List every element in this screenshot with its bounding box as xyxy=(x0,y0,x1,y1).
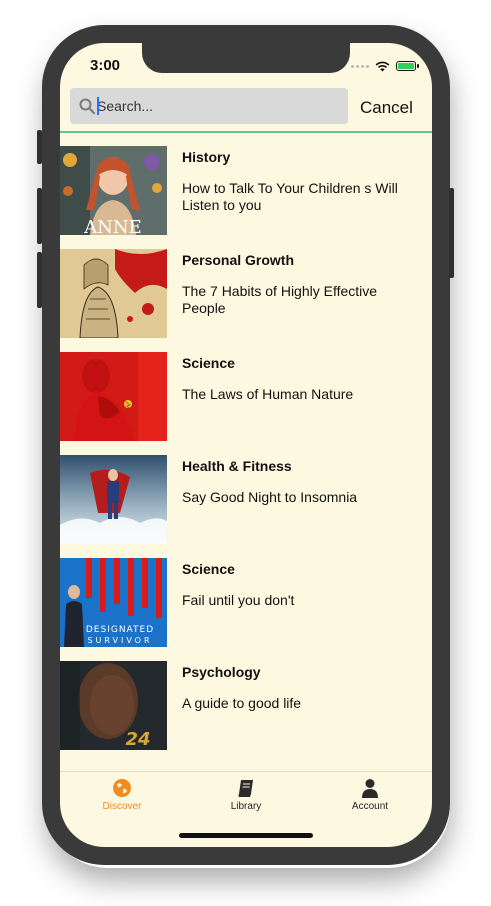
tab-label: Discover xyxy=(102,801,142,812)
cancel-button[interactable]: Cancel xyxy=(360,98,413,118)
list-item[interactable]: ANNE History How to Talk To Your Childre… xyxy=(60,146,432,249)
book-cover xyxy=(60,249,167,338)
book-category: Health & Fitness xyxy=(182,458,292,474)
book-cover: 24 xyxy=(60,661,167,750)
search-icon xyxy=(79,98,96,115)
cover-text: ANNE xyxy=(83,217,142,235)
globe-icon xyxy=(113,779,131,797)
person-icon xyxy=(362,779,378,798)
list-item[interactable]: 24 Psychology A guide to good life xyxy=(60,661,432,764)
cover-text: 24 xyxy=(125,729,150,750)
list-item[interactable]: Personal Growth The 7 Habits of Highly E… xyxy=(60,249,432,352)
wifi-icon xyxy=(375,61,390,71)
book-cover xyxy=(60,455,167,544)
book-title: The Laws of Human Nature xyxy=(182,386,354,402)
book-title: Fail until you don't xyxy=(182,592,295,608)
app-screen: 3:00 Cancel xyxy=(60,43,432,847)
list-item[interactable]: DESIGNATED SURVIVOR Science Fail until y… xyxy=(60,558,432,661)
search-bar[interactable] xyxy=(70,88,348,124)
book-title: How to Talk To Your Children s Will List… xyxy=(182,180,398,213)
text-caret xyxy=(97,97,99,115)
search-divider xyxy=(60,131,432,133)
signal-dots-icon xyxy=(351,64,369,68)
book-category: Personal Growth xyxy=(182,252,295,268)
cover-text: DESIGNATED xyxy=(86,625,154,635)
search-input[interactable] xyxy=(97,94,337,118)
book-category: Science xyxy=(182,561,235,577)
status-time: 3:00 xyxy=(90,57,121,74)
book-title: A guide to good life xyxy=(182,695,302,711)
list-item[interactable]: Science The Laws of Human Nature xyxy=(60,352,432,455)
book-title: Say Good Night to Insomnia xyxy=(182,489,358,505)
book-icon xyxy=(238,780,253,797)
book-cover xyxy=(60,352,167,441)
book-category: Science xyxy=(182,355,235,371)
book-list: ANNE History How to Talk To Your Childre… xyxy=(60,146,432,764)
cover-text: SURVIVOR xyxy=(87,636,152,645)
tab-label: Account xyxy=(351,801,389,812)
book-title: The 7 Habits of Highly Effective People xyxy=(182,283,378,316)
book-category: Psychology xyxy=(182,664,261,680)
home-indicator[interactable] xyxy=(179,833,313,838)
book-cover: ANNE xyxy=(60,146,167,235)
list-item[interactable]: Health & Fitness Say Good Night to Insom… xyxy=(60,455,432,558)
status-icons xyxy=(351,60,419,72)
tab-label: Library xyxy=(230,801,262,812)
book-cover: DESIGNATED SURVIVOR xyxy=(60,558,167,647)
battery-icon xyxy=(396,61,419,71)
notch xyxy=(142,43,350,73)
book-category: History xyxy=(182,149,231,165)
